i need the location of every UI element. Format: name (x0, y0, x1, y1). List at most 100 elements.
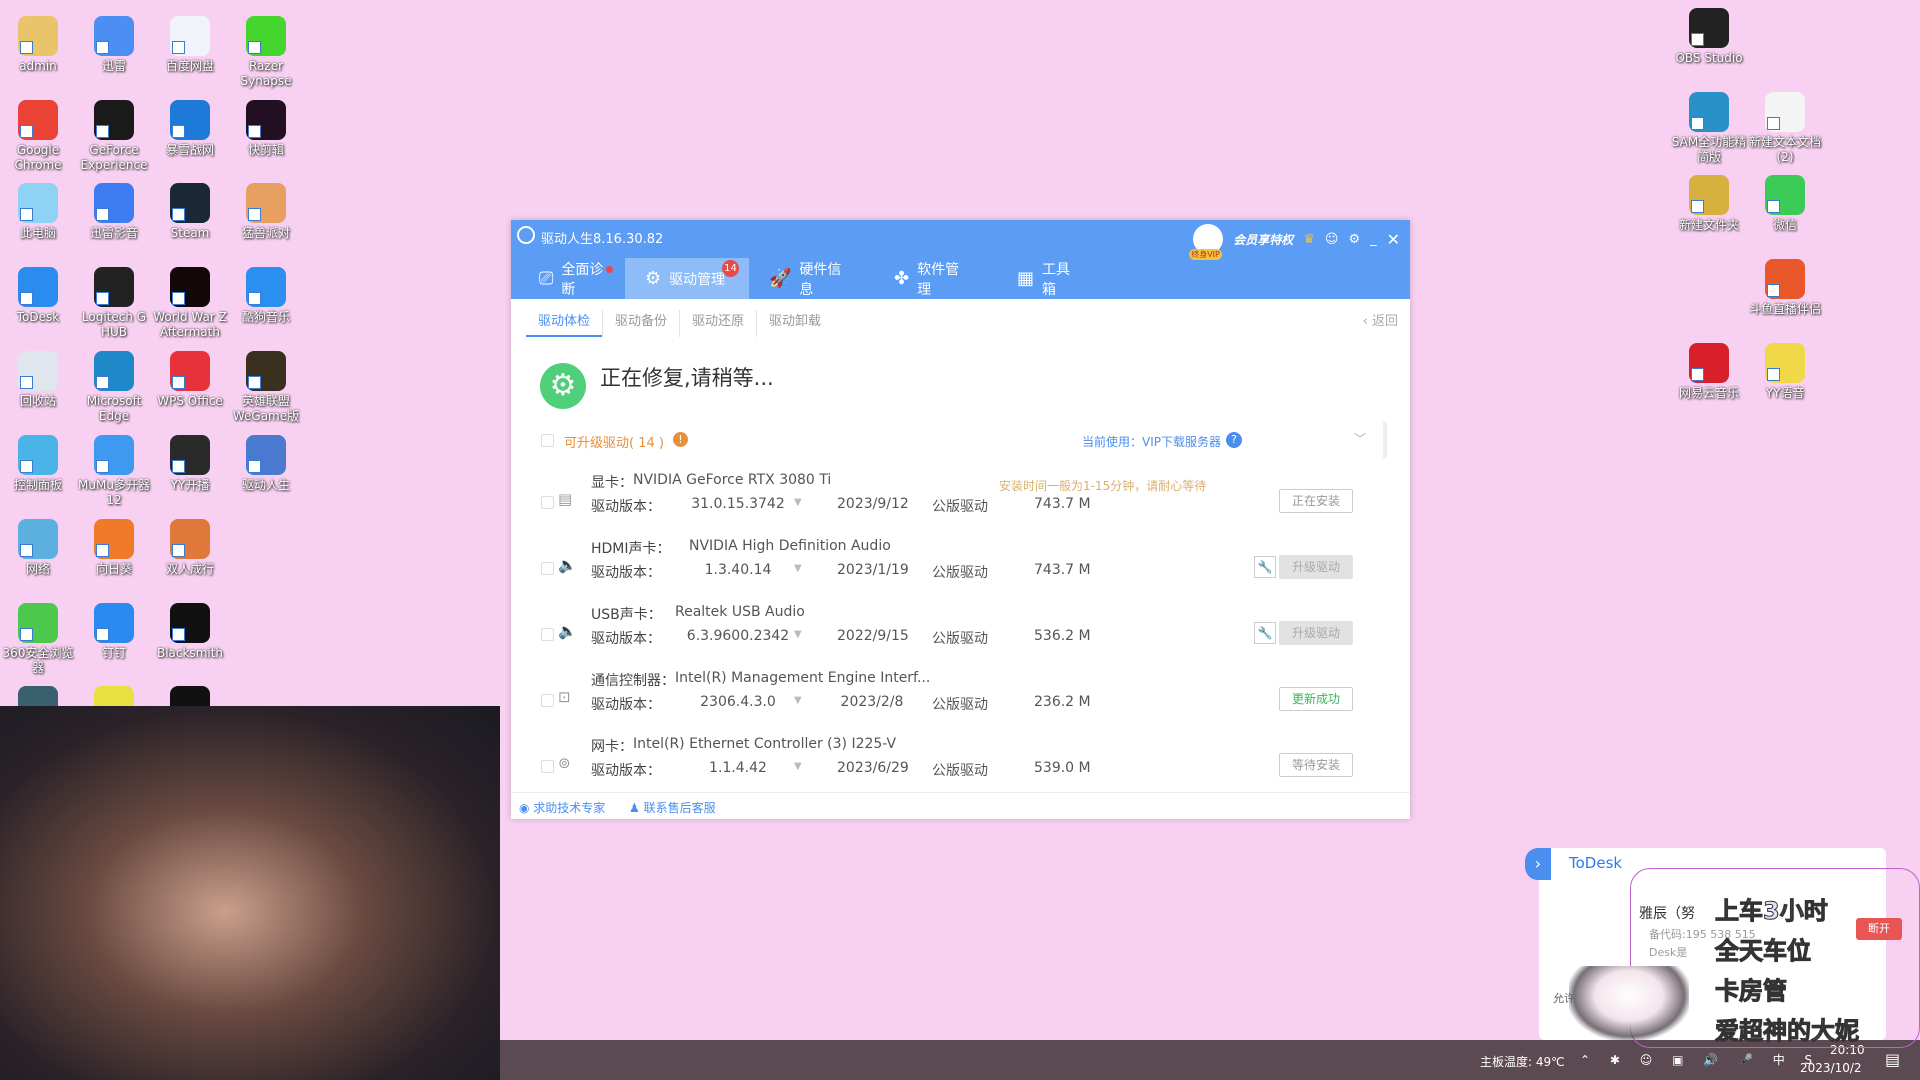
repair-wrench-button[interactable]: 🔧 (1254, 556, 1276, 578)
help-icon[interactable]: ? (1226, 432, 1242, 448)
desktop-icon[interactable]: 新建文件夹 (1671, 175, 1747, 233)
upgrade-driver-button[interactable]: 升级驱动 (1279, 555, 1353, 579)
upgrade-driver-button[interactable]: 升级驱动 (1279, 621, 1353, 645)
version-dropdown-icon[interactable]: ▼ (794, 563, 802, 574)
desktop-icon[interactable]: 快剪辑 (228, 100, 304, 158)
driver-action-button[interactable]: 正在安装 (1279, 489, 1353, 513)
desktop-icon[interactable]: 网易云音乐 (1671, 343, 1747, 401)
desktop-icon-label: YY语音 (1765, 386, 1805, 400)
desktop-icon[interactable]: OBS Studio (1671, 8, 1747, 66)
desktop-icon[interactable]: GeForce Experience (76, 100, 152, 173)
desktop-icon[interactable]: 驱动人生 (228, 435, 304, 493)
desktop-icon[interactable]: Steam (152, 183, 228, 241)
subtabs: 驱动体检 驱动备份 驱动还原 驱动卸载 (526, 310, 833, 337)
desktop-icon[interactable]: WPS Office (152, 351, 228, 409)
driver-action-button[interactable]: 等待安装 (1279, 753, 1353, 777)
desktop-icon[interactable]: Microsoft Edge (76, 351, 152, 424)
desktop-icon[interactable]: Google Chrome (0, 100, 76, 173)
desktop-icon[interactable]: admin (0, 16, 76, 74)
app-icon (18, 351, 58, 391)
desktop-icon[interactable]: 控制面板 (0, 435, 76, 493)
desktop-icon[interactable]: 回收站 (0, 351, 76, 409)
repair-wrench-button[interactable]: 🔧 (1254, 622, 1276, 644)
version-label: 驱动版本： (591, 499, 661, 515)
desktop-icon[interactable]: 猛兽派对 (228, 183, 304, 241)
expert-help-link[interactable]: ◉ 求助技术专家 (519, 799, 605, 816)
desktop-icon-label: 双人成行 (165, 562, 214, 576)
desktop-icon-label: Blacksmith (156, 646, 224, 660)
settings-gear-icon[interactable]: ⚙ (1348, 232, 1360, 247)
scrollbar[interactable] (1383, 422, 1387, 458)
desktop-icon[interactable]: 百度网盘 (152, 16, 228, 74)
subtab-restore[interactable]: 驱动还原 (679, 310, 756, 337)
version-dropdown-icon[interactable]: ▼ (794, 497, 802, 508)
subtab-backup[interactable]: 驱动备份 (602, 310, 679, 337)
desktop-icon[interactable]: 微信 (1747, 175, 1823, 233)
back-link[interactable]: ‹ 返回 (1363, 310, 1398, 329)
desktop-icon[interactable]: 新建文本文档 (2) (1747, 92, 1823, 165)
subtab-uninstall[interactable]: 驱动卸载 (756, 310, 833, 337)
desktop-icon[interactable]: YY语音 (1747, 343, 1823, 401)
tab-4[interactable]: ▦ 工具箱 (997, 258, 1097, 299)
desktop-icon[interactable]: 钉钉 (76, 603, 152, 661)
app-icon (1765, 175, 1805, 215)
collapse-chevron-icon[interactable]: ﹀ (1354, 430, 1366, 447)
todesk-disconnect-button[interactable]: 断开 (1856, 918, 1902, 940)
driver-checkbox[interactable] (541, 562, 554, 575)
close-button[interactable]: ✕ (1387, 230, 1400, 249)
desktop-icon-label: SAM全功能精简版 (1671, 135, 1747, 164)
desktop-icon[interactable]: 双人成行 (152, 519, 228, 577)
app-icon (170, 267, 210, 307)
desktop-icon[interactable]: Logitech G HUB (76, 267, 152, 340)
clock-time[interactable]: 20:10 (1830, 1043, 1865, 1057)
driver-action-button[interactable]: 更新成功 (1279, 687, 1353, 711)
desktop-icon[interactable]: YY开播 (152, 435, 228, 493)
customer-service-link[interactable]: ♟ 联系售后客服 (629, 799, 716, 816)
driver-checkbox[interactable] (541, 694, 554, 707)
driver-version[interactable]: 31.0.15.3742 (683, 496, 793, 512)
desktop-icon[interactable]: 迅雷 (76, 16, 152, 74)
desktop-icon[interactable]: 英雄联盟WeGame版 (228, 351, 304, 424)
desktop-icon[interactable]: MuMu多开器12 (76, 435, 152, 508)
desktop-icon[interactable]: ToDesk (0, 267, 76, 325)
todesk-expand-button[interactable]: › (1525, 848, 1551, 880)
tray-icons[interactable]: ⌃ ✱ ☺ ▣ 🔊 🎤 中 S (1580, 1051, 1820, 1068)
select-all-checkbox[interactable] (541, 434, 554, 447)
tab-0[interactable]: ⎚ 全面诊断 (519, 258, 625, 299)
driver-checkbox[interactable] (541, 628, 554, 641)
desktop-icon[interactable]: 网络 (0, 519, 76, 577)
desktop-icon[interactable]: Blacksmith (152, 603, 228, 661)
support-icon[interactable]: ☺ (1325, 232, 1339, 247)
desktop-icon[interactable]: 斗鱼直播伴侣 (1747, 259, 1823, 317)
minimize-button[interactable]: _ (1370, 232, 1377, 247)
desktop-icon-label: Google Chrome (14, 143, 62, 172)
tab-3[interactable]: ✤ 软件管理 (874, 258, 987, 299)
desktop-icon[interactable]: World War Z Aftermath (152, 267, 228, 340)
desktop-icon[interactable]: SAM全功能精简版 (1671, 92, 1747, 165)
notification-icon[interactable]: ▤ (1885, 1050, 1900, 1069)
tab-2[interactable]: 🚀 硬件信息 (749, 258, 864, 299)
desktop-icon[interactable]: 酷狗音乐 (228, 267, 304, 325)
version-dropdown-icon[interactable]: ▼ (794, 629, 802, 640)
vip-privilege-link[interactable]: 会员享特权 (1233, 231, 1293, 248)
vip-avatar[interactable]: 终身VIP (1189, 224, 1224, 260)
desktop-icon[interactable]: Razer Synapse (228, 16, 304, 89)
todesk-panel: › ToDesk 雅辰（努 备代码:195 538 515 Desk是 允许 断… (1525, 848, 1902, 1040)
subtab-check[interactable]: 驱动体检 (526, 310, 603, 337)
driver-version[interactable]: 6.3.9600.2342 (683, 628, 793, 644)
version-dropdown-icon[interactable]: ▼ (794, 761, 802, 772)
driver-checkbox[interactable] (541, 496, 554, 509)
driver-checkbox[interactable] (541, 760, 554, 773)
desktop-icon[interactable]: 向日葵 (76, 519, 152, 577)
driver-version[interactable]: 1.3.40.14 (683, 562, 793, 578)
app-icon (94, 603, 134, 643)
tab-1[interactable]: ⚙ 驱动管理 14 (625, 258, 749, 299)
version-dropdown-icon[interactable]: ▼ (794, 695, 802, 706)
desktop-icon[interactable]: 此电脑 (0, 183, 76, 241)
desktop-icon[interactable]: 360安全浏览器 (0, 603, 76, 676)
clock-date[interactable]: 2023/10/2 (1800, 1061, 1862, 1075)
driver-version[interactable]: 1.1.4.42 (683, 760, 793, 776)
driver-version[interactable]: 2306.4.3.0 (683, 694, 793, 710)
desktop-icon[interactable]: 暴雪战网 (152, 100, 228, 158)
desktop-icon[interactable]: 迅雷影音 (76, 183, 152, 241)
